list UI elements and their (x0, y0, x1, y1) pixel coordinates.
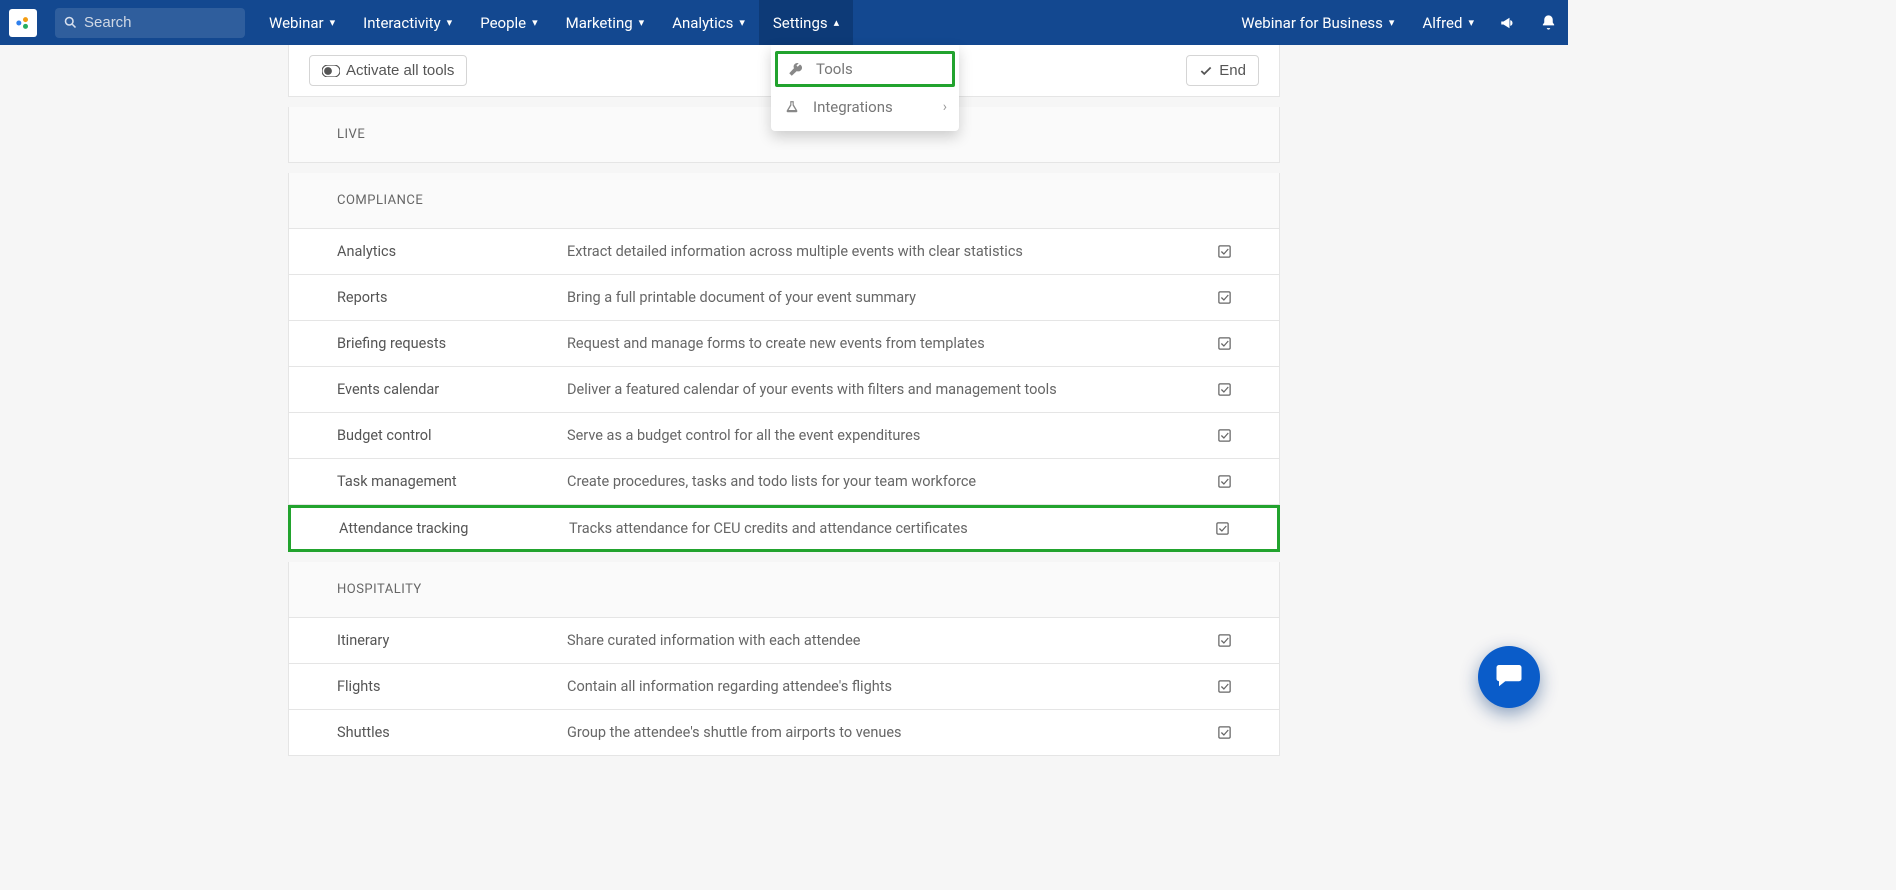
dropdown-item-integrations[interactable]: Integrations › (771, 89, 959, 125)
nav-analytics[interactable]: Analytics ▾ (658, 0, 759, 45)
tool-enabled-checkbox[interactable] (1189, 336, 1259, 351)
tool-name: Itinerary (337, 632, 567, 649)
tool-name: Analytics (337, 243, 567, 260)
tool-description: Share curated information with each atte… (567, 632, 1189, 649)
nav-label: Webinar (269, 14, 324, 32)
tool-enabled-checkbox[interactable] (1189, 428, 1259, 443)
check-icon (1199, 64, 1213, 78)
section-header: COMPLIANCE (288, 173, 1280, 229)
tool-row[interactable]: FlightsContain all information regarding… (288, 664, 1280, 710)
nav-webinar[interactable]: Webinar ▾ (255, 0, 349, 45)
chevron-down-icon: ▾ (639, 16, 645, 29)
navbar: Webinar ▾ Interactivity ▾ People ▾ Marke… (0, 0, 1568, 45)
tool-description: Tracks attendance for CEU credits and at… (569, 520, 1187, 537)
activate-all-button[interactable]: Activate all tools (309, 55, 467, 86)
toggle-off-icon (322, 65, 340, 77)
end-button[interactable]: End (1186, 55, 1259, 86)
tool-row[interactable]: Events calendarDeliver a featured calend… (288, 367, 1280, 413)
tool-description: Group the attendee's shuttle from airpor… (567, 724, 1189, 741)
dropdown-item-tools[interactable]: Tools (775, 51, 955, 87)
tool-enabled-checkbox[interactable] (1189, 244, 1259, 259)
chevron-down-icon: ▾ (1468, 16, 1474, 29)
nav-label: Settings (773, 14, 828, 32)
chat-icon (1494, 660, 1524, 694)
tool-name: Budget control (337, 427, 567, 444)
user-label: Alfred (1422, 14, 1462, 32)
tool-description: Create procedures, tasks and todo lists … (567, 473, 1189, 490)
chevron-up-icon: ▴ (834, 16, 840, 29)
notifications-button[interactable] (1528, 0, 1568, 45)
spacer (288, 552, 1280, 562)
nav-label: Analytics (672, 14, 733, 32)
section-title: LIVE (337, 127, 365, 142)
tool-enabled-checkbox[interactable] (1189, 679, 1259, 694)
workspace-label: Webinar for Business (1241, 14, 1383, 32)
tool-description: Extract detailed information across mult… (567, 243, 1189, 260)
search-container[interactable] (55, 8, 245, 38)
tool-enabled-checkbox[interactable] (1189, 474, 1259, 489)
logo[interactable] (0, 0, 45, 45)
section-header: HOSPITALITY (288, 562, 1280, 618)
tool-name: Attendance tracking (339, 520, 569, 537)
page: Activate all tools End LIVE COMPLIANCE Ana… (288, 45, 1280, 756)
tool-row[interactable]: Task managementCreate procedures, tasks … (288, 459, 1280, 505)
tool-enabled-checkbox[interactable] (1187, 521, 1257, 536)
button-label: End (1219, 62, 1246, 79)
nav-label: Marketing (566, 14, 633, 32)
tool-name: Reports (337, 289, 567, 306)
workspace-selector[interactable]: Webinar for Business ▾ (1227, 0, 1408, 45)
tool-row[interactable]: ItineraryShare curated information with … (288, 618, 1280, 664)
tool-row[interactable]: Attendance trackingTracks attendance for… (288, 505, 1280, 552)
nav-people[interactable]: People ▾ (466, 0, 551, 45)
chevron-down-icon: ▾ (330, 16, 336, 29)
tool-enabled-checkbox[interactable] (1189, 725, 1259, 740)
logo-icon (9, 9, 37, 37)
tool-name: Task management (337, 473, 567, 490)
dropdown-label: Tools (816, 60, 853, 78)
dropdown-label: Integrations (813, 98, 893, 116)
section-title: COMPLIANCE (337, 193, 423, 208)
tool-description: Deliver a featured calendar of your even… (567, 381, 1189, 398)
sections: LIVE COMPLIANCE AnalyticsExtract detailed … (288, 97, 1280, 756)
megaphone-icon (1499, 14, 1517, 32)
bell-icon (1540, 14, 1557, 31)
tool-name: Events calendar (337, 381, 567, 398)
tool-description: Serve as a budget control for all the ev… (567, 427, 1189, 444)
tool-description: Contain all information regarding attend… (567, 678, 1189, 695)
announcements-button[interactable] (1488, 0, 1528, 45)
user-menu[interactable]: Alfred ▾ (1408, 0, 1488, 45)
tool-row[interactable]: Briefing requestsRequest and manage form… (288, 321, 1280, 367)
search-icon (63, 15, 78, 30)
nav-interactivity[interactable]: Interactivity ▾ (349, 0, 466, 45)
wrench-icon (786, 62, 804, 77)
search-input[interactable] (84, 14, 237, 31)
chevron-right-icon: › (943, 99, 947, 115)
chevron-down-icon: ▾ (447, 16, 453, 29)
tool-name: Shuttles (337, 724, 567, 741)
tool-description: Request and manage forms to create new e… (567, 335, 1189, 352)
tool-name: Briefing requests (337, 335, 567, 352)
chevron-down-icon: ▾ (739, 16, 745, 29)
button-label: Activate all tools (346, 62, 454, 79)
flask-icon (783, 100, 801, 114)
tool-description: Bring a full printable document of your … (567, 289, 1189, 306)
tool-name: Flights (337, 678, 567, 695)
chevron-down-icon: ▾ (1389, 16, 1395, 29)
nav-label: People (480, 14, 526, 32)
tool-enabled-checkbox[interactable] (1189, 633, 1259, 648)
nav-marketing[interactable]: Marketing ▾ (552, 0, 659, 45)
tool-row[interactable]: ReportsBring a full printable document o… (288, 275, 1280, 321)
section-title: HOSPITALITY (337, 582, 422, 597)
spacer (288, 163, 1280, 173)
tool-enabled-checkbox[interactable] (1189, 290, 1259, 305)
tool-enabled-checkbox[interactable] (1189, 382, 1259, 397)
tool-row[interactable]: AnalyticsExtract detailed information ac… (288, 229, 1280, 275)
tool-row[interactable]: Budget controlServe as a budget control … (288, 413, 1280, 459)
nav-settings[interactable]: Settings ▴ (759, 0, 853, 45)
chevron-down-icon: ▾ (532, 16, 538, 29)
settings-dropdown: Tools Integrations › (771, 45, 959, 131)
nav-label: Interactivity (363, 14, 441, 32)
chat-launcher[interactable] (1478, 646, 1540, 708)
tool-row[interactable]: ShuttlesGroup the attendee's shuttle fro… (288, 710, 1280, 756)
